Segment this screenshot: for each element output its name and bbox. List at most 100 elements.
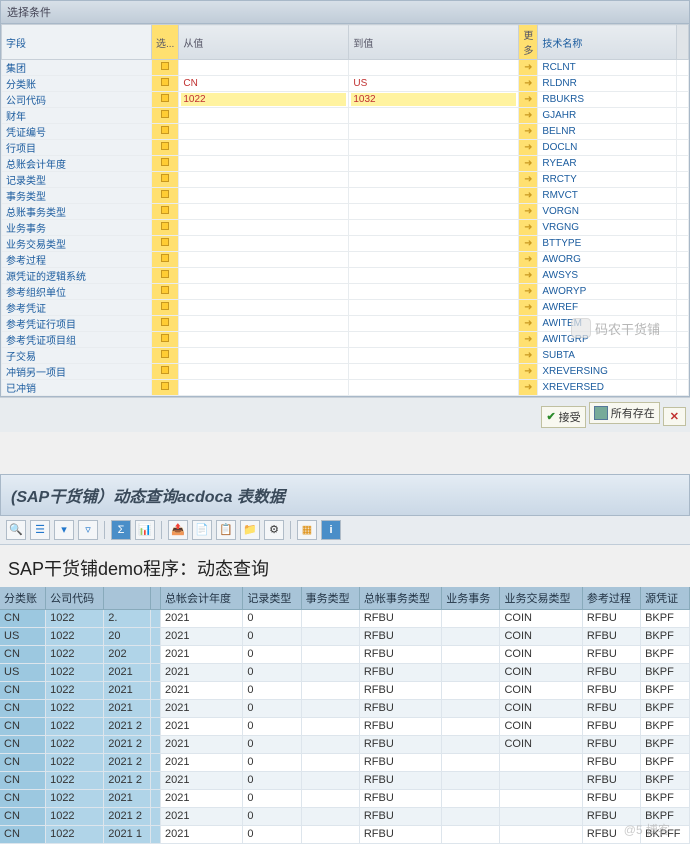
select-option-button[interactable] — [152, 316, 179, 332]
select-option-button[interactable] — [152, 220, 179, 236]
table-row[interactable]: CN102220220210RFBUCOINRFBUBKPF — [0, 645, 690, 663]
select-option-button[interactable] — [152, 124, 179, 140]
to-input[interactable] — [351, 317, 516, 330]
select-option-button[interactable] — [152, 252, 179, 268]
table-row[interactable]: CN10222021 220210RFBURFBUBKPF — [0, 771, 690, 789]
multiple-selection-button[interactable]: ➜ — [519, 268, 538, 284]
to-input[interactable] — [351, 173, 516, 186]
from-input[interactable] — [181, 349, 346, 362]
from-input[interactable] — [181, 221, 346, 234]
fx-button[interactable]: ⚙ — [264, 520, 284, 540]
multiple-selection-button[interactable]: ➜ — [519, 156, 538, 172]
result-col-header[interactable]: 业务交易类型 — [500, 587, 582, 610]
to-input[interactable] — [351, 269, 516, 282]
to-input[interactable] — [351, 285, 516, 298]
from-input[interactable] — [181, 173, 346, 186]
result-col-header[interactable] — [104, 587, 151, 610]
excel-button[interactable]: 📄 — [192, 520, 212, 540]
multiple-selection-button[interactable]: ➜ — [519, 332, 538, 348]
to-input[interactable] — [351, 125, 516, 138]
from-input[interactable] — [181, 301, 346, 314]
select-option-button[interactable] — [152, 140, 179, 156]
result-col-header[interactable]: 事务类型 — [301, 587, 359, 610]
to-input[interactable] — [351, 333, 516, 346]
multiple-selection-button[interactable]: ➜ — [519, 140, 538, 156]
to-input[interactable] — [351, 189, 516, 202]
find-button[interactable]: 🔍 — [6, 520, 26, 540]
select-option-button[interactable] — [152, 380, 179, 396]
from-input[interactable] — [181, 189, 346, 202]
select-option-button[interactable] — [152, 92, 179, 108]
filter-button[interactable]: ▿ — [78, 520, 98, 540]
accept-button[interactable]: ✔ 接受 — [541, 406, 585, 428]
select-option-button[interactable] — [152, 156, 179, 172]
result-col-header[interactable]: 总帐会计年度 — [161, 587, 243, 610]
from-input[interactable] — [181, 93, 346, 106]
to-input[interactable] — [351, 61, 516, 74]
select-option-button[interactable] — [152, 364, 179, 380]
table-row[interactable]: CN10222021 220210RFBURFBUBKPF — [0, 753, 690, 771]
close-button[interactable]: ✕ — [663, 407, 686, 426]
from-input[interactable] — [181, 61, 346, 74]
select-option-button[interactable] — [152, 348, 179, 364]
to-input[interactable] — [351, 109, 516, 122]
select-option-button[interactable] — [152, 204, 179, 220]
sort-asc-button[interactable]: ▾ — [54, 520, 74, 540]
select-option-button[interactable] — [152, 172, 179, 188]
multiple-selection-button[interactable]: ➜ — [519, 348, 538, 364]
to-input[interactable] — [351, 349, 516, 362]
multiple-selection-button[interactable]: ➜ — [519, 76, 538, 92]
from-input[interactable] — [181, 205, 346, 218]
table-row[interactable]: CN1022202120210RFBURFBUBKPF — [0, 789, 690, 807]
to-input[interactable] — [351, 253, 516, 266]
select-option-button[interactable] — [152, 332, 179, 348]
multiple-selection-button[interactable]: ➜ — [519, 108, 538, 124]
to-input[interactable] — [351, 93, 516, 106]
select-option-button[interactable] — [152, 108, 179, 124]
mail-button[interactable]: 📁 — [240, 520, 260, 540]
table-row[interactable]: CN10222021 220210RFBUCOINRFBUBKPF — [0, 717, 690, 735]
multiple-selection-button[interactable]: ➜ — [519, 124, 538, 140]
hier-button[interactable]: ☰ — [30, 520, 50, 540]
from-input[interactable] — [181, 253, 346, 266]
to-input[interactable] — [351, 237, 516, 250]
select-option-button[interactable] — [152, 236, 179, 252]
table-row[interactable]: CN1022202120210RFBUCOINRFBUBKPF — [0, 681, 690, 699]
to-input[interactable] — [351, 221, 516, 234]
table-row[interactable]: CN1022202120210RFBUCOINRFBUBKPF — [0, 699, 690, 717]
from-input[interactable] — [181, 365, 346, 378]
all-exist-button[interactable]: 所有存在 — [589, 402, 660, 424]
to-input[interactable] — [351, 141, 516, 154]
from-input[interactable] — [181, 157, 346, 170]
from-input[interactable] — [181, 333, 346, 346]
from-input[interactable] — [181, 285, 346, 298]
multiple-selection-button[interactable]: ➜ — [519, 252, 538, 268]
table-row[interactable]: US10222020210RFBUCOINRFBUBKPF — [0, 627, 690, 645]
select-option-button[interactable] — [152, 284, 179, 300]
from-input[interactable] — [181, 77, 346, 90]
multiple-selection-button[interactable]: ➜ — [519, 284, 538, 300]
from-input[interactable] — [181, 109, 346, 122]
result-col-header[interactable]: 业务事务 — [442, 587, 500, 610]
export-button[interactable]: 📤 — [168, 520, 188, 540]
multiple-selection-button[interactable]: ➜ — [519, 92, 538, 108]
multiple-selection-button[interactable]: ➜ — [519, 236, 538, 252]
from-input[interactable] — [181, 237, 346, 250]
grid-button[interactable]: ▦ — [297, 520, 317, 540]
chart-button[interactable]: 📊 — [135, 520, 155, 540]
multiple-selection-button[interactable]: ➜ — [519, 380, 538, 396]
select-option-button[interactable] — [152, 188, 179, 204]
multiple-selection-button[interactable]: ➜ — [519, 172, 538, 188]
select-option-button[interactable] — [152, 60, 179, 76]
result-col-header[interactable] — [151, 587, 161, 610]
table-row[interactable]: CN10222021 120210RFBURFBUBKPFF — [0, 825, 690, 843]
from-input[interactable] — [181, 141, 346, 154]
from-input[interactable] — [181, 125, 346, 138]
multiple-selection-button[interactable]: ➜ — [519, 300, 538, 316]
to-input[interactable] — [351, 157, 516, 170]
to-input[interactable] — [351, 381, 516, 394]
select-option-button[interactable] — [152, 268, 179, 284]
to-input[interactable] — [351, 205, 516, 218]
sum-button[interactable]: Σ — [111, 520, 131, 540]
table-row[interactable]: US1022202120210RFBUCOINRFBUBKPF — [0, 663, 690, 681]
